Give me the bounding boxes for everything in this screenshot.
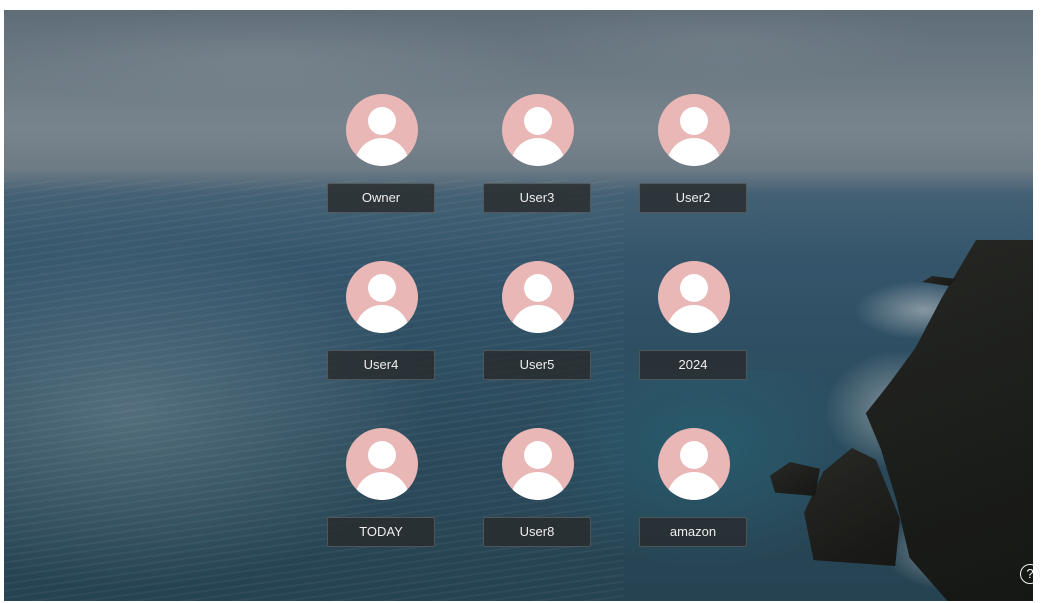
avatar-body <box>355 472 409 500</box>
user-avatar-icon[interactable] <box>502 94 574 166</box>
user-avatar-icon[interactable] <box>502 428 574 500</box>
user-tile[interactable]: User8 <box>483 428 593 558</box>
avatar-head <box>524 441 552 469</box>
avatar-body <box>667 305 721 333</box>
avatar-body <box>355 305 409 333</box>
user-avatar-icon[interactable] <box>658 261 730 333</box>
user-avatar-icon[interactable] <box>346 261 418 333</box>
avatar-body <box>511 305 565 333</box>
user-avatar-icon[interactable] <box>658 428 730 500</box>
user-tile[interactable]: Owner <box>327 94 437 224</box>
avatar-head <box>524 274 552 302</box>
avatar-head <box>368 441 396 469</box>
avatar-body <box>355 138 409 166</box>
user-avatar-icon[interactable] <box>658 94 730 166</box>
avatar-head <box>680 441 708 469</box>
help-question-icon[interactable]: ? <box>1020 564 1040 584</box>
user-tile[interactable]: User3 <box>483 94 593 224</box>
user-name-button[interactable]: Owner <box>327 183 435 213</box>
user-grid: Owner User3 User2 User4 User5 2024 TODAY… <box>0 0 1061 603</box>
user-tile[interactable]: User4 <box>327 261 437 391</box>
user-avatar-icon[interactable] <box>346 94 418 166</box>
user-tile[interactable]: User2 <box>639 94 749 224</box>
user-tile[interactable]: User5 <box>483 261 593 391</box>
avatar-head <box>368 107 396 135</box>
user-tile[interactable]: 2024 <box>639 261 749 391</box>
user-name-button[interactable]: User2 <box>639 183 747 213</box>
user-name-button[interactable]: 2024 <box>639 350 747 380</box>
user-name-button[interactable]: User5 <box>483 350 591 380</box>
avatar-head <box>680 274 708 302</box>
avatar-head <box>524 107 552 135</box>
user-tile[interactable]: amazon <box>639 428 749 558</box>
avatar-head <box>680 107 708 135</box>
user-avatar-icon[interactable] <box>502 261 574 333</box>
user-name-button[interactable]: TODAY <box>327 517 435 547</box>
user-tile[interactable]: TODAY <box>327 428 437 558</box>
avatar-head <box>368 274 396 302</box>
avatar-body <box>667 138 721 166</box>
avatar-body <box>511 472 565 500</box>
avatar-body <box>667 472 721 500</box>
user-name-button[interactable]: User4 <box>327 350 435 380</box>
user-name-button[interactable]: User8 <box>483 517 591 547</box>
user-name-button[interactable]: User3 <box>483 183 591 213</box>
avatar-body <box>511 138 565 166</box>
user-avatar-icon[interactable] <box>346 428 418 500</box>
user-name-button[interactable]: amazon <box>639 517 747 547</box>
